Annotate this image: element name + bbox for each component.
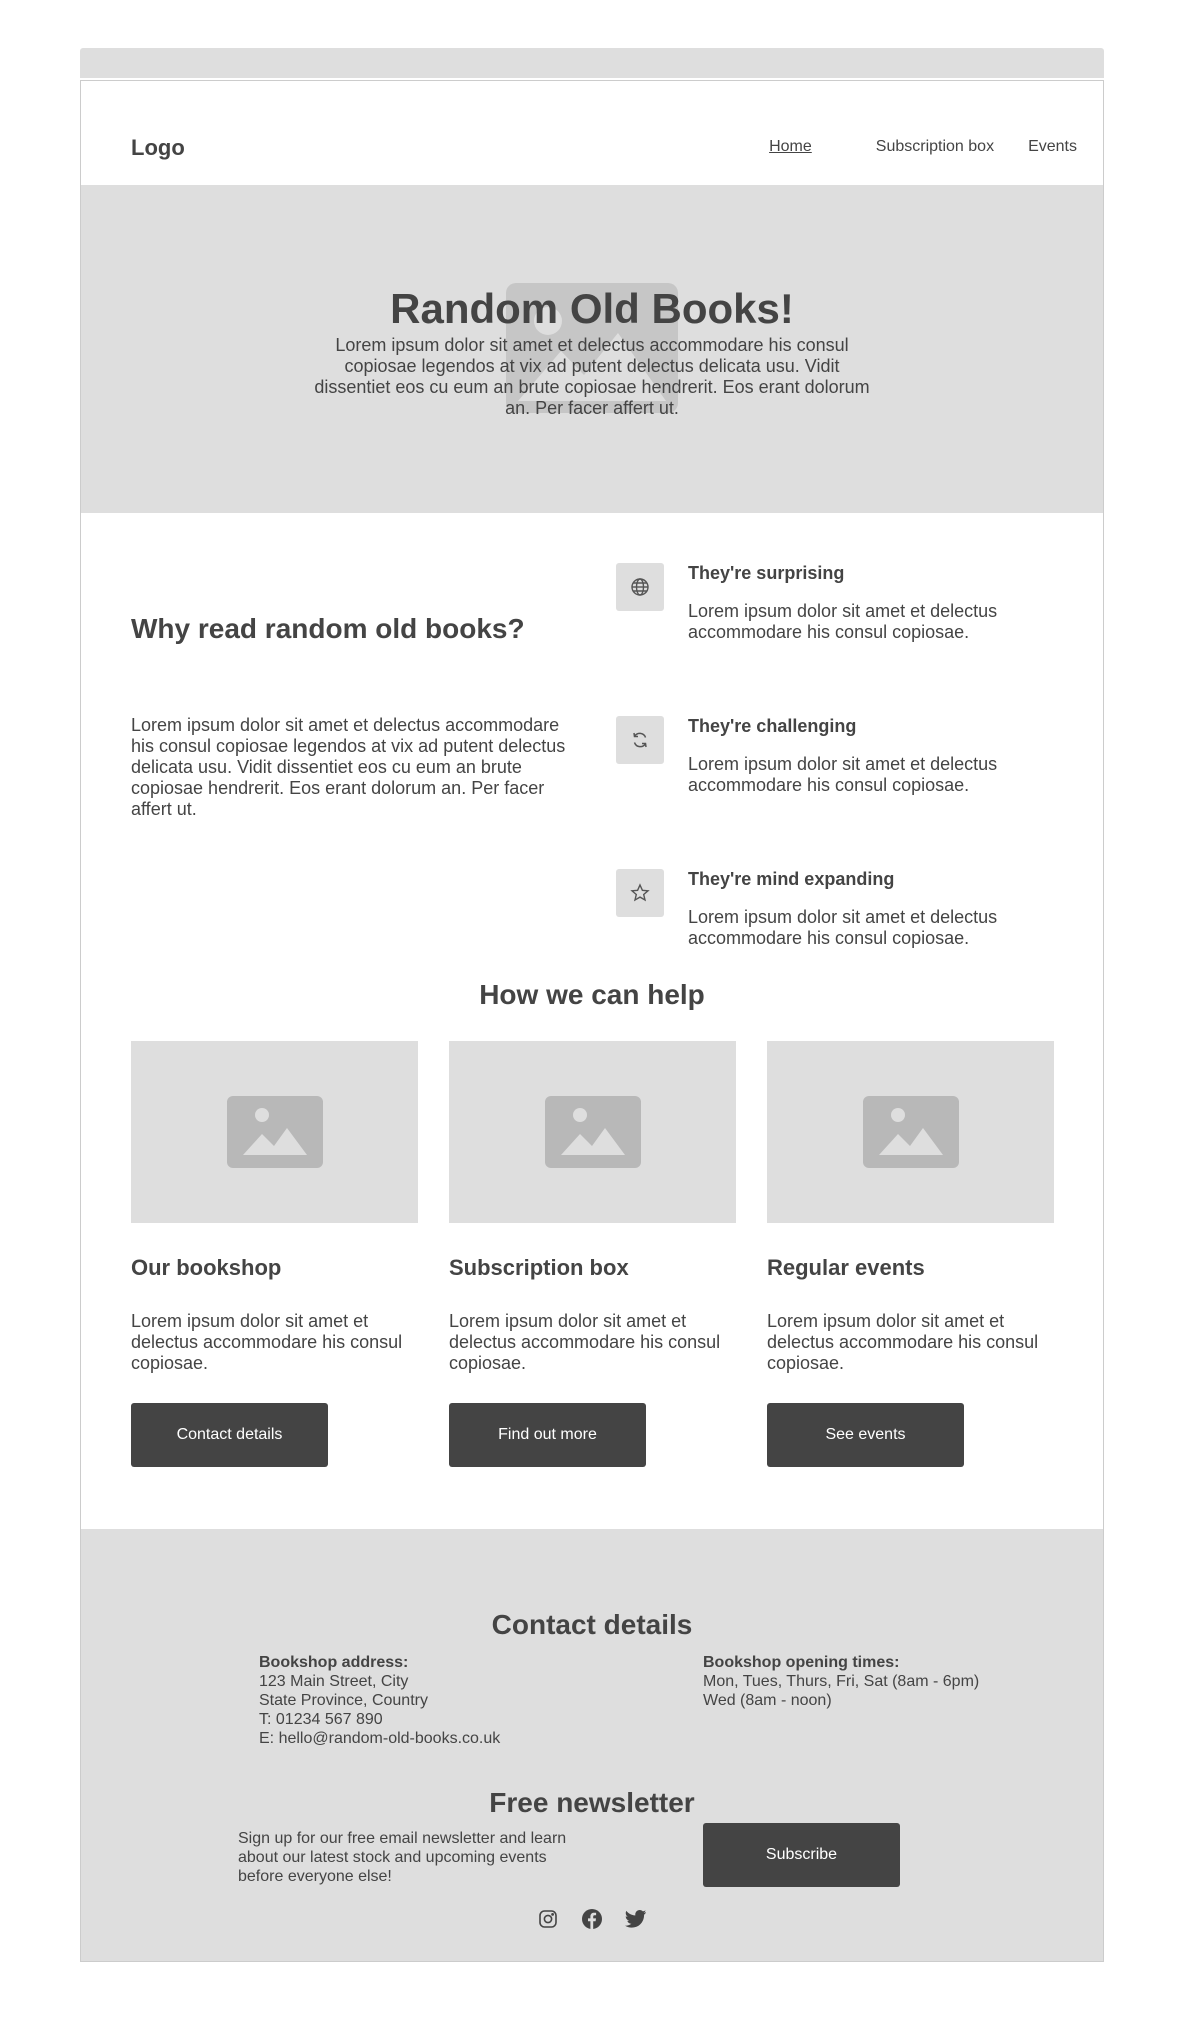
card-subscription-box: Subscription box Lorem ipsum dolor sit a… xyxy=(449,1041,736,1467)
why-title: Why read random old books? xyxy=(131,613,525,644)
main-nav: Home Subscription box Events xyxy=(769,138,1077,156)
feature-text: Lorem ipsum dolor sit amet et delectus a… xyxy=(688,754,998,795)
contact-details-button[interactable]: Contact details xyxy=(131,1403,328,1467)
contact-title: Contact details xyxy=(491,1609,693,1640)
card-text: Lorem ipsum dolor sit amet et delectus a… xyxy=(767,1311,1039,1373)
opening-times: Bookshop opening times: Mon, Tues, Thurs… xyxy=(703,1653,979,1710)
logo[interactable]: Logo xyxy=(131,135,185,161)
feature-title: They're surprising xyxy=(688,563,845,583)
hero-text: Lorem ipsum dolor sit amet et delectus a… xyxy=(314,335,870,418)
social-links xyxy=(81,1907,1103,1931)
card-title: Our bookshop xyxy=(131,1255,282,1280)
hero: Random Old Books! Lorem ipsum dolor sit … xyxy=(81,185,1103,513)
card-image xyxy=(131,1041,418,1223)
card-title: Subscription box xyxy=(449,1255,629,1280)
footer: Contact details Bookshop address: 123 Ma… xyxy=(81,1529,1103,1961)
newsletter-text: Sign up for our free email newsletter an… xyxy=(238,1830,567,1885)
page-frame: Logo Home Subscription box Events Random… xyxy=(80,80,1104,1962)
address-line: State Province, Country xyxy=(259,1692,428,1709)
refresh-icon xyxy=(616,716,664,764)
phone-line: T: 01234 567 890 xyxy=(259,1711,383,1728)
twitter-icon[interactable] xyxy=(624,1907,648,1931)
nav-home[interactable]: Home xyxy=(769,138,812,156)
why-text: Lorem ipsum dolor sit amet et delectus a… xyxy=(131,715,566,819)
feature-title: They're challenging xyxy=(688,716,857,736)
card-regular-events: Regular events Lorem ipsum dolor sit ame… xyxy=(767,1041,1054,1467)
address-line: 123 Main Street, City xyxy=(259,1673,409,1690)
facebook-icon[interactable] xyxy=(580,1907,604,1931)
feature-text: Lorem ipsum dolor sit amet et delectus a… xyxy=(688,907,998,948)
globe-icon xyxy=(616,563,664,611)
hours-label: Bookshop opening times: xyxy=(703,1654,900,1671)
star-icon xyxy=(616,869,664,917)
feature-text: Lorem ipsum dolor sit amet et delectus a… xyxy=(688,601,998,642)
card-title: Regular events xyxy=(767,1255,925,1280)
card-image xyxy=(767,1041,1054,1223)
hours-line: Mon, Tues, Thurs, Fri, Sat (8am - 6pm) xyxy=(703,1673,980,1690)
instagram-icon[interactable] xyxy=(536,1907,560,1931)
image-placeholder-icon xyxy=(862,1096,959,1168)
image-placeholder-icon xyxy=(544,1096,641,1168)
hours-line: Wed (8am - noon) xyxy=(703,1692,832,1709)
browser-top-bar xyxy=(80,48,1104,78)
image-placeholder-icon xyxy=(226,1096,323,1168)
card-image xyxy=(449,1041,736,1223)
address-label: Bookshop address: xyxy=(259,1654,409,1671)
newsletter-title: Free newsletter xyxy=(489,1787,695,1818)
card-text: Lorem ipsum dolor sit amet et delectus a… xyxy=(449,1311,721,1373)
find-out-more-button[interactable]: Find out more xyxy=(449,1403,646,1467)
feature-title: They're mind expanding xyxy=(688,869,895,889)
bookshop-address: Bookshop address: 123 Main Street, City … xyxy=(259,1653,500,1748)
nav-subscription-box[interactable]: Subscription box xyxy=(876,138,994,156)
how-title: How we can help xyxy=(479,979,705,1010)
card-bookshop: Our bookshop Lorem ipsum dolor sit amet … xyxy=(131,1041,418,1467)
hero-title: Random Old Books! xyxy=(390,285,794,332)
nav-events[interactable]: Events xyxy=(1028,138,1077,156)
subscribe-button[interactable]: Subscribe xyxy=(703,1823,900,1887)
see-events-button[interactable]: See events xyxy=(767,1403,964,1467)
card-text: Lorem ipsum dolor sit amet et delectus a… xyxy=(131,1311,403,1373)
email-line[interactable]: E: hello@random-old-books.co.uk xyxy=(259,1729,500,1748)
